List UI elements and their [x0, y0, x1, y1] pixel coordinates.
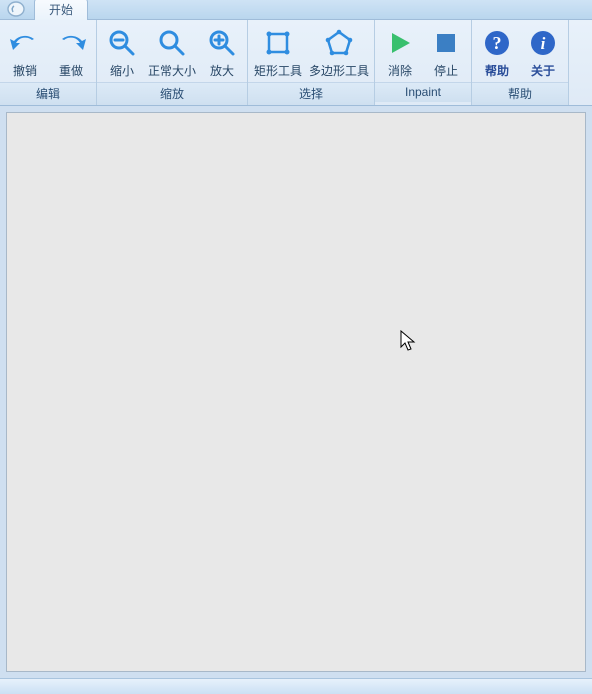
about-button[interactable]: i 关于: [520, 23, 566, 82]
run-label: 消除: [388, 62, 412, 79]
group-inpaint-title: Inpaint: [375, 82, 471, 102]
help-label: 帮助: [485, 62, 509, 79]
ribbon: 撤销 重做 编辑: [0, 20, 592, 106]
play-icon: [383, 26, 417, 60]
canvas[interactable]: [6, 112, 586, 672]
help-button[interactable]: ? 帮助: [474, 23, 520, 82]
rectangle-icon: [261, 26, 295, 60]
group-edit-title: 编辑: [0, 82, 96, 105]
zoom-in-button[interactable]: 放大: [199, 23, 245, 82]
app-icon: [0, 0, 34, 19]
group-select-title: 选择: [248, 82, 374, 105]
group-help-title: 帮助: [472, 82, 568, 105]
stop-icon: [429, 26, 463, 60]
svg-text:?: ?: [493, 33, 502, 53]
tab-start[interactable]: 开始: [34, 0, 88, 20]
redo-button[interactable]: 重做: [48, 23, 94, 82]
group-help: ? 帮助 i 关于 帮助: [472, 20, 569, 105]
rectangle-tool-button[interactable]: 矩形工具: [250, 23, 306, 82]
run-button[interactable]: 消除: [377, 23, 423, 82]
polygon-icon: [322, 26, 356, 60]
statusbar: [0, 678, 592, 694]
undo-button[interactable]: 撤销: [2, 23, 48, 82]
help-icon: ?: [480, 26, 514, 60]
zoom-fit-button[interactable]: 正常大小: [145, 23, 199, 82]
group-zoom-title: 缩放: [97, 82, 247, 105]
about-label: 关于: [531, 62, 555, 79]
stop-button[interactable]: 停止: [423, 23, 469, 82]
undo-label: 撤销: [13, 62, 37, 79]
zoom-fit-label: 正常大小: [148, 62, 196, 79]
polygon-tool-button[interactable]: 多边形工具: [306, 23, 372, 82]
zoom-in-icon: [205, 26, 239, 60]
group-zoom: 缩小 正常大小: [97, 20, 248, 105]
cursor-icon: [400, 330, 416, 352]
group-select: 矩形工具 多边形工具 选择: [248, 20, 375, 105]
rectangle-tool-label: 矩形工具: [254, 62, 302, 79]
group-edit: 撤销 重做 编辑: [0, 20, 97, 105]
stop-label: 停止: [434, 62, 458, 79]
redo-label: 重做: [59, 62, 83, 79]
svg-text:i: i: [541, 34, 546, 53]
zoom-out-button[interactable]: 缩小: [99, 23, 145, 82]
titlebar: 开始: [0, 0, 592, 20]
polygon-tool-label: 多边形工具: [309, 62, 369, 79]
tab-label: 开始: [49, 3, 73, 17]
redo-icon: [54, 26, 88, 60]
undo-icon: [8, 26, 42, 60]
zoom-out-label: 缩小: [110, 62, 134, 79]
zoom-fit-icon: [155, 26, 189, 60]
workspace: [0, 106, 592, 678]
group-inpaint: 消除 停止 Inpaint: [375, 20, 472, 105]
about-icon: i: [526, 26, 560, 60]
zoom-out-icon: [105, 26, 139, 60]
zoom-in-label: 放大: [210, 62, 234, 79]
